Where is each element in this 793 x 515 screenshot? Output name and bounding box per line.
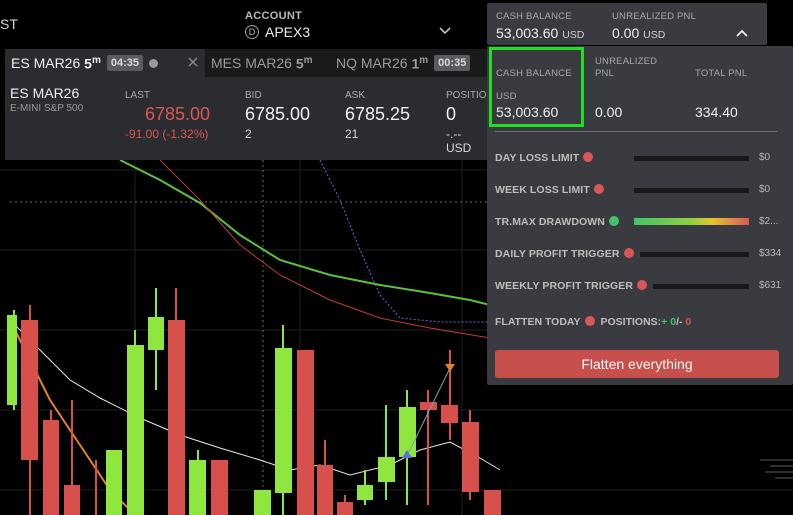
close-icon[interactable] (187, 56, 199, 68)
tab-es-mar26[interactable]: ES MAR26 5m 04:35 (5, 49, 205, 77)
tab-bar-timer: 04:35 (106, 55, 143, 71)
position-value: 0 (446, 104, 457, 124)
account-label: ACCOUNT (245, 10, 303, 22)
positions-label: POSITIONS: (600, 316, 662, 328)
weekly-profit-trigger-label: WEEKLY PROFIT TRIGGER (495, 280, 648, 292)
daily-profit-trigger-bar (640, 252, 749, 257)
week-loss-limit-label: WEEK LOSS LIMIT (495, 184, 604, 196)
account-type-badge: D (245, 25, 259, 39)
max-drawdown-bar (634, 218, 749, 225)
tab-mes-mar26[interactable]: MES MAR26 5m (205, 49, 330, 77)
bid-size: 2 (245, 127, 252, 141)
position-label: POSITIO (446, 90, 487, 101)
tab-timeframe: 5m (295, 54, 313, 72)
flatten-everything-button[interactable]: Flatten everything (495, 350, 779, 378)
week-loss-limit-value: $0 (759, 184, 771, 195)
highlight-box (489, 47, 584, 127)
last-change: -91.00 (-1.32%) (125, 127, 209, 141)
chevron-up-icon[interactable] (735, 26, 749, 40)
panel-total-pnl-value: 334.40 (695, 104, 738, 120)
account-summary-panel: CASH BALANCE USD 53,003.60 UNREALIZED PNL… (487, 46, 793, 385)
quote-panel: ES MAR26 E-MINI S&P 500 LAST 6785.00 -91… (5, 77, 488, 160)
day-loss-limit-value: $0 (759, 152, 771, 163)
day-loss-limit-bar (634, 156, 749, 161)
status-dot-icon (584, 316, 595, 326)
positions-short: 0 (685, 316, 692, 328)
chart-tabs: ES MAR26 5m 04:35 MES MAR26 5m NQ MAR26 … (5, 49, 488, 77)
tab-timeframe: 1m (411, 54, 429, 72)
status-dot-icon (637, 280, 648, 290)
last-label: LAST (125, 90, 151, 101)
max-drawdown-value: $2... (759, 216, 779, 227)
account-name: APEX3 (265, 24, 311, 40)
status-dot-icon (148, 58, 158, 68)
tab-nq-mar26[interactable]: NQ MAR26 1m 00:35 (330, 49, 488, 77)
bid-price[interactable]: 6785.00 (245, 104, 310, 125)
last-price: 6785.00 (145, 104, 211, 124)
cash-balance-label: CASH BALANCE (496, 11, 572, 22)
tab-symbol: ES MAR26 (11, 55, 81, 71)
ask-price[interactable]: 6785.25 (345, 104, 410, 125)
tab-symbol: NQ MAR26 (336, 55, 408, 71)
status-dot-icon (609, 216, 619, 226)
flatten-today-row: FLATTEN TODAY POSITIONS:+ 0/- 0 (495, 316, 691, 328)
weekly-profit-trigger-bar (653, 284, 749, 289)
flatten-today-label: FLATTEN TODAY (495, 316, 581, 328)
quote-symbol: ES MAR26 (10, 85, 80, 101)
positions-separator: /- (676, 316, 683, 328)
tab-bar-timer: 00:35 (434, 55, 471, 71)
ask-label: ASK (345, 90, 366, 101)
status-dot-icon (583, 152, 594, 162)
tab-timeframe: 5m (84, 54, 101, 72)
status-dot-icon (623, 248, 634, 258)
topbar-truncated-title: ST (0, 16, 18, 32)
week-loss-limit-bar (634, 188, 749, 193)
unrealized-pnl-label: UNREALIZED PNL (612, 11, 697, 22)
day-loss-limit-label: DAY LOSS LIMIT (495, 152, 594, 164)
panel-divider (495, 131, 778, 132)
position-pnl: -.-- USD (446, 127, 472, 155)
positions-long: + 0 (661, 316, 677, 328)
quote-description: E-MINI S&P 500 (10, 103, 84, 114)
balance-summary-toggle[interactable]: CASH BALANCE 53,003.60 USD UNREALIZED PN… (487, 3, 767, 45)
daily-profit-trigger-label: DAILY PROFIT TRIGGER (495, 248, 634, 260)
daily-profit-trigger-value: $334 (759, 248, 782, 259)
cash-balance-value: 53,003.60 USD (496, 25, 585, 41)
chevron-down-icon[interactable] (438, 24, 452, 38)
tab-symbol: MES MAR26 (211, 55, 292, 71)
max-drawdown-label: TR.MAX DRAWDOWN (495, 216, 619, 228)
panel-total-pnl-label: TOTAL PNL (695, 68, 748, 79)
status-dot-icon (593, 184, 604, 194)
unrealized-pnl-value: 0.00 USD (612, 25, 666, 41)
panel-unrealized-pnl-label: UNREALIZED PNL (595, 56, 658, 79)
weekly-profit-trigger-value: $631 (759, 280, 782, 291)
ask-size: 21 (345, 127, 359, 141)
account-selector[interactable]: D APEX3 (245, 24, 310, 40)
panel-unrealized-pnl-value: 0.00 (595, 104, 623, 120)
bid-label: BID (245, 90, 262, 101)
